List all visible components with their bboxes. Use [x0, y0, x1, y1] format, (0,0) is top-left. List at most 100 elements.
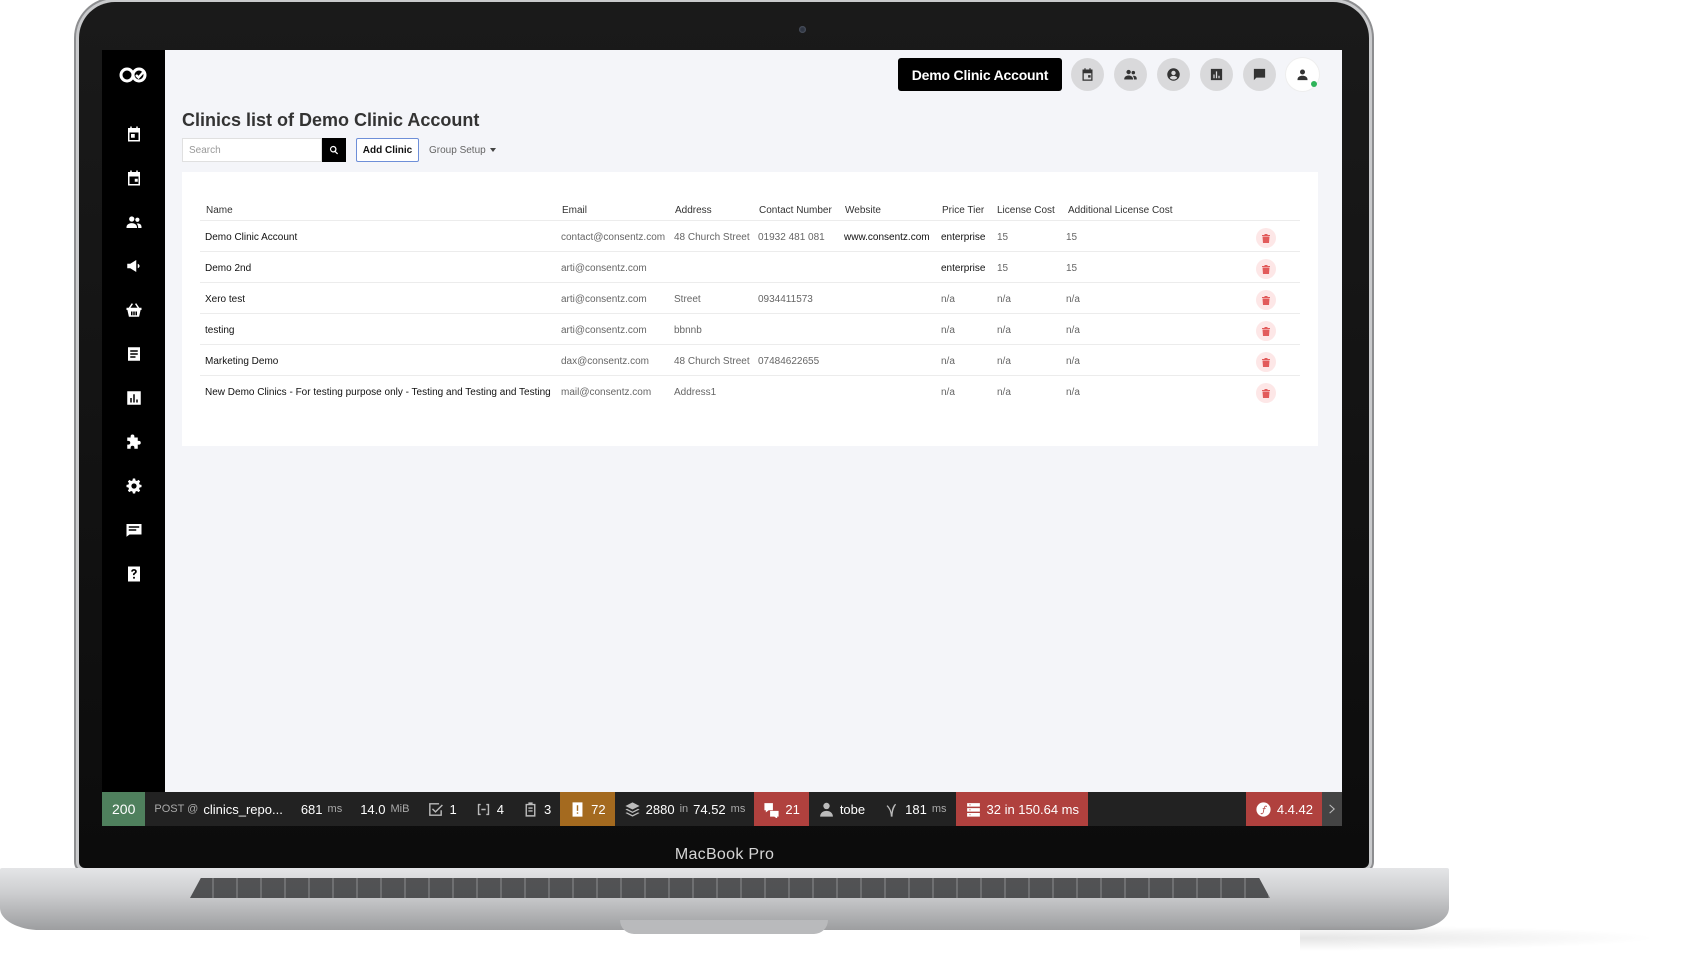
security-panel[interactable]: tobe [809, 792, 874, 826]
column-header-additional-license-cost[interactable]: Additional License Cost [1068, 205, 1173, 216]
database-queries: 32 in 150.64 ms [986, 801, 1080, 817]
add-clinic-button[interactable]: Add Clinic [356, 138, 419, 162]
validator-panel[interactable]: 1 [418, 792, 465, 826]
delete-button[interactable] [1256, 259, 1276, 279]
trash-icon [1262, 357, 1270, 367]
people-icon[interactable] [122, 210, 146, 234]
clinic-additional-license-cost: n/a [1066, 387, 1080, 398]
clinic-address: bbnnb [674, 325, 702, 336]
gear-icon[interactable] [122, 474, 146, 498]
message-icon[interactable] [122, 518, 146, 542]
clinic-additional-license-cost: n/a [1066, 325, 1080, 336]
column-header-contact[interactable]: Contact Number [759, 205, 832, 216]
calendar-icon[interactable] [1071, 58, 1104, 91]
delete-button[interactable] [1256, 228, 1276, 248]
table-row[interactable]: Marketing Demo dax@consentz.com 48 Churc… [200, 344, 1300, 377]
delete-button[interactable] [1256, 290, 1276, 310]
clinic-name[interactable]: testing [205, 314, 234, 347]
users-icon[interactable] [1114, 58, 1147, 91]
clinic-name[interactable]: Demo 2nd [205, 252, 251, 285]
delete-button[interactable] [1256, 383, 1276, 403]
report-icon[interactable] [1200, 58, 1233, 91]
avatar-icon[interactable] [1286, 58, 1319, 91]
clinic-email: contact@consentz.com [561, 232, 666, 243]
memory-usage[interactable]: 14.0 MiB [351, 792, 418, 826]
clinic-additional-license-cost: 15 [1066, 263, 1078, 274]
clinic-name[interactable]: New Demo Clinics - For testing purpose o… [205, 376, 551, 409]
clinics-table: Name Email Address Contact Number Websit… [182, 172, 1318, 446]
translations-count: 21 [785, 801, 800, 817]
route-name: clinics_repo... [203, 801, 283, 817]
chat-icon[interactable] [1243, 58, 1276, 91]
user-icon [819, 802, 833, 817]
clinic-address: 48 Church Street [674, 356, 750, 367]
help-icon[interactable] [122, 562, 146, 586]
forms-count: 4 [496, 801, 504, 817]
database-panel[interactable]: 32 in 150.64 ms [955, 792, 1089, 826]
request-route[interactable]: POST @ clinics_repo... [145, 792, 291, 826]
symfony-version[interactable]: 4.4.42 [1245, 792, 1322, 826]
delete-button[interactable] [1256, 352, 1276, 372]
table-row[interactable]: Xero test arti@consentz.com Street 09344… [200, 282, 1300, 315]
cache-time-unit: ms [730, 803, 746, 815]
search-button[interactable] [322, 138, 346, 162]
clinic-email: arti@consentz.com [561, 263, 647, 274]
chart-icon[interactable] [122, 386, 146, 410]
clinic-price-tier: n/a [941, 294, 955, 305]
clinic-license-cost: n/a [997, 356, 1011, 367]
table-row[interactable]: testing arti@consentz.com bbnnb n/a n/a … [200, 313, 1300, 346]
table-row[interactable]: Demo Clinic Account contact@consentz.com… [200, 220, 1300, 253]
column-header-name[interactable]: Name [206, 205, 233, 216]
column-header-license-cost[interactable]: License Cost [997, 205, 1055, 216]
clinic-name[interactable]: Demo Clinic Account [205, 221, 297, 254]
clinic-name[interactable]: Xero test [205, 283, 245, 316]
memory-value: 14.0 [360, 801, 386, 817]
calendar-event-icon[interactable] [122, 166, 146, 190]
user-circle-icon[interactable] [1157, 58, 1190, 91]
logs-panel[interactable]: 3 [513, 792, 560, 826]
twig-panel[interactable]: 181 ms [874, 792, 955, 826]
trackpad-notch [620, 920, 828, 934]
clinic-name[interactable]: Marketing Demo [205, 345, 278, 378]
basket-icon[interactable] [122, 298, 146, 322]
delete-button[interactable] [1256, 321, 1276, 341]
cache-panel[interactable]: 2880 in 74.52 ms [615, 792, 755, 826]
megaphone-icon[interactable] [122, 254, 146, 278]
warnings-panel[interactable]: 72 [560, 792, 615, 826]
search-bar [182, 138, 346, 162]
table-row[interactable]: New Demo Clinics - For testing purpose o… [200, 375, 1300, 408]
clinic-website[interactable]: www.consentz.com [844, 221, 930, 254]
forms-panel[interactable]: 4 [466, 792, 513, 826]
sidebar [102, 50, 165, 792]
clinic-additional-license-cost: 15 [1066, 232, 1078, 243]
column-header-email[interactable]: Email [562, 205, 587, 216]
puzzle-icon[interactable] [122, 430, 146, 454]
toolbar-toggle[interactable] [1322, 792, 1342, 826]
status-code[interactable]: 200 [102, 792, 146, 826]
search-input[interactable] [182, 138, 322, 162]
page-title: Clinics list of Demo Clinic Account [182, 110, 480, 130]
cache-count: 2880 [645, 801, 675, 817]
clinic-email: dax@consentz.com [561, 356, 649, 367]
request-time[interactable]: 681 ms [292, 792, 351, 826]
account-switcher-button[interactable]: Demo Clinic Account [898, 58, 1062, 91]
logo-icon[interactable] [118, 64, 150, 86]
render-time: 181 [905, 801, 927, 817]
clinic-price-tier: n/a [941, 387, 955, 398]
column-header-address[interactable]: Address [675, 205, 712, 216]
clinic-contact: 07484622655 [758, 356, 820, 367]
clinic-price-tier: n/a [941, 356, 955, 367]
group-setup-dropdown[interactable]: Group Setup [429, 138, 496, 162]
column-header-price-tier[interactable]: Price Tier [942, 205, 984, 216]
clinic-license-cost: 15 [997, 232, 1009, 243]
clinic-additional-license-cost: n/a [1066, 356, 1080, 367]
clinic-price-tier: enterprise [941, 232, 986, 243]
clinic-email: arti@consentz.com [561, 325, 647, 336]
column-header-website[interactable]: Website [845, 205, 881, 216]
calendar-icon[interactable] [122, 122, 146, 146]
document-icon[interactable] [122, 342, 146, 366]
translations-panel[interactable]: 21 [754, 792, 809, 826]
table-row[interactable]: Demo 2nd arti@consentz.com enterprise 15… [200, 251, 1300, 284]
screen: Demo Clinic Account Clinics list of Demo… [102, 50, 1342, 826]
translate-icon [764, 802, 779, 818]
